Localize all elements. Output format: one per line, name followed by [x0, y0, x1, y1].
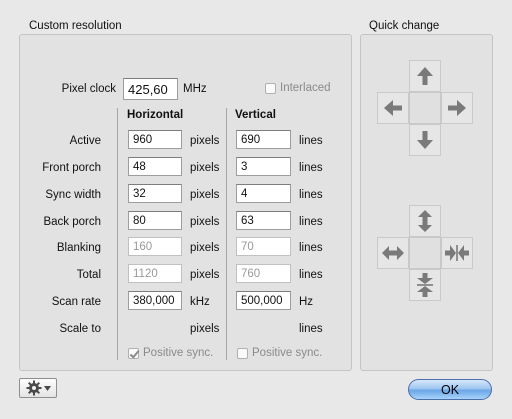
sync-width-horizontal-input[interactable] — [128, 184, 182, 203]
move-right-button[interactable] — [441, 92, 473, 124]
vertical-heading: Vertical — [235, 109, 276, 121]
vertical-divider — [226, 108, 227, 360]
expand-vertical-button[interactable] — [409, 205, 441, 237]
total-label: Total — [76, 269, 101, 281]
scan-rate-label: Scan rate — [51, 296, 101, 308]
pixel-clock-unit: MHz — [183, 83, 207, 95]
front-porch-vertical-input[interactable] — [236, 157, 291, 176]
move-down-button[interactable] — [409, 124, 441, 156]
chevron-down-icon — [43, 385, 51, 391]
back-porch-vertical-input[interactable] — [236, 211, 291, 230]
arrow-up-icon — [417, 67, 433, 85]
total-vertical-unit: lines — [299, 269, 323, 281]
quick-change-title: Quick change — [369, 20, 440, 32]
sync-width-label: Sync width — [45, 189, 101, 201]
back-porch-label: Back porch — [43, 216, 101, 228]
horizontal-divider — [117, 108, 118, 360]
positive-sync-horizontal-box[interactable] — [128, 347, 139, 359]
shrink-vertical-button[interactable] — [409, 269, 441, 301]
horizontal-heading: Horizontal — [127, 109, 184, 121]
front-porch-label: Front porch — [42, 162, 101, 174]
back-porch-horizontal-unit: pixels — [190, 216, 220, 228]
scan-rate-horizontal-unit: kHz — [190, 296, 210, 308]
total-horizontal-value — [128, 264, 182, 283]
back-porch-horizontal-input[interactable] — [128, 211, 182, 230]
shrink-horizontal-button[interactable] — [441, 237, 473, 269]
positive-sync-horizontal-label: Positive sync. — [143, 347, 214, 359]
positive-sync-horizontal-checkbox[interactable]: Positive sync. — [128, 347, 213, 359]
expand-vertical-icon — [418, 210, 432, 232]
interlaced-checkbox-box[interactable] — [265, 82, 276, 94]
sync-width-vertical-unit: lines — [299, 189, 323, 201]
blanking-vertical-unit: lines — [299, 242, 323, 254]
blanking-horizontal-unit: pixels — [190, 242, 220, 254]
move-up-button[interactable] — [409, 60, 441, 92]
arrow-right-icon — [448, 100, 466, 116]
positive-sync-vertical-box[interactable] — [237, 347, 248, 359]
move-pad-center — [409, 92, 441, 124]
active-vertical-unit: lines — [299, 135, 323, 147]
pixel-clock-label: Pixel clock — [61, 83, 116, 95]
blanking-vertical-value — [236, 237, 291, 256]
total-horizontal-unit: pixels — [190, 269, 220, 281]
arrow-left-icon — [384, 100, 402, 116]
shrink-horizontal-icon — [445, 245, 469, 261]
scan-rate-vertical-input[interactable] — [236, 291, 291, 310]
scan-rate-vertical-unit: Hz — [299, 296, 314, 308]
ok-button[interactable]: OK — [408, 379, 492, 400]
positive-sync-vertical-label: Positive sync. — [252, 347, 323, 359]
back-porch-vertical-unit: lines — [299, 216, 323, 228]
custom-resolution-title: Custom resolution — [29, 20, 122, 32]
sync-width-horizontal-unit: pixels — [190, 189, 220, 201]
shrink-vertical-icon — [417, 273, 433, 297]
expand-horizontal-button[interactable] — [377, 237, 409, 269]
size-pad-center — [409, 237, 441, 269]
scale-to-horizontal-unit: pixels — [190, 323, 220, 335]
scale-to-vertical-unit: lines — [299, 323, 323, 335]
blanking-horizontal-value — [128, 237, 182, 256]
scan-rate-horizontal-input[interactable] — [128, 291, 182, 310]
expand-horizontal-icon — [382, 246, 404, 260]
scale-to-label: Scale to — [59, 323, 101, 335]
gear-icon — [26, 380, 41, 396]
front-porch-horizontal-unit: pixels — [190, 162, 220, 174]
pixel-clock-input[interactable] — [123, 78, 178, 100]
active-horizontal-unit: pixels — [190, 135, 220, 147]
sync-width-vertical-input[interactable] — [236, 184, 291, 203]
active-label: Active — [69, 135, 101, 147]
interlaced-label: Interlaced — [280, 82, 331, 94]
active-horizontal-input[interactable] — [128, 130, 182, 149]
action-menu-button[interactable] — [19, 378, 57, 398]
front-porch-horizontal-input[interactable] — [128, 157, 182, 176]
total-vertical-value — [236, 264, 291, 283]
move-left-button[interactable] — [377, 92, 409, 124]
arrow-down-icon — [417, 131, 433, 149]
front-porch-vertical-unit: lines — [299, 162, 323, 174]
positive-sync-vertical-checkbox[interactable]: Positive sync. — [237, 347, 322, 359]
blanking-label: Blanking — [56, 242, 101, 254]
interlaced-checkbox[interactable]: Interlaced — [265, 82, 331, 94]
active-vertical-input[interactable] — [236, 130, 291, 149]
